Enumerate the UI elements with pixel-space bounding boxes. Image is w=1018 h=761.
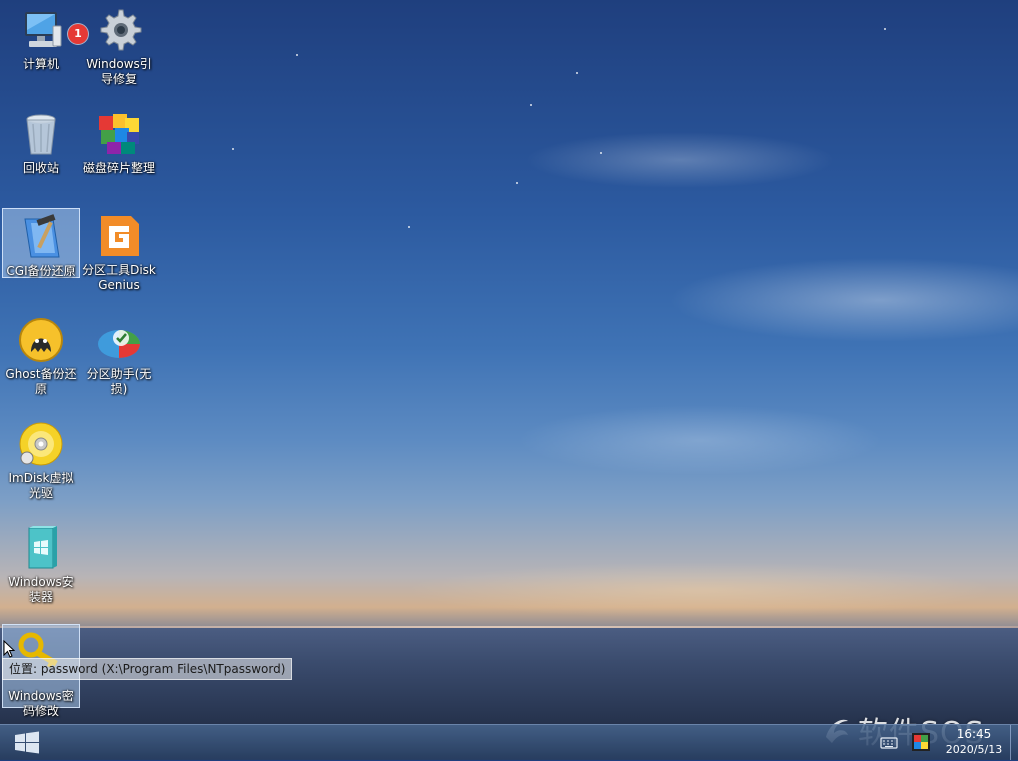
desktop-icon-label: CGI备份还原	[6, 264, 76, 278]
desktop-icon-label: 磁盘碎片整理	[82, 161, 155, 175]
desktop-icon-windows-boot-repair[interactable]: Windows引导修复	[80, 2, 158, 98]
desktop-icon-recycle-bin[interactable]: 回收站	[2, 106, 80, 202]
partition-assistant-icon	[95, 316, 143, 364]
ghost-icon	[17, 316, 65, 364]
wallpaper-star	[884, 28, 886, 30]
cd-drive-icon	[17, 420, 65, 468]
wallpaper-star	[576, 72, 578, 74]
computer-icon	[17, 6, 65, 54]
clock-date[interactable]: 2020/5/13	[938, 743, 1010, 757]
keyboard-icon[interactable]	[880, 735, 898, 749]
diskgenius-icon	[95, 212, 143, 260]
show-desktop-button[interactable]	[1010, 725, 1018, 760]
desktop-icon-cgi-backup[interactable]: CGI备份还原	[2, 208, 80, 278]
desktop-icon-label: Windows引导修复	[86, 57, 152, 86]
desktop-icon-partition-assistant[interactable]: 分区助手(无损)	[80, 312, 158, 408]
start-button[interactable]	[10, 729, 44, 757]
wallpaper-star	[232, 148, 234, 150]
windows-logo-icon	[15, 731, 39, 754]
desktop-icon-ghost[interactable]: Ghost备份还原	[2, 312, 80, 408]
desktop-icon-label: Ghost备份还原	[5, 367, 77, 396]
desktop-icon-windows-installer[interactable]: Windows安装器	[2, 520, 80, 616]
desktop-icon-label: Windows密码修改	[8, 689, 74, 718]
mouse-cursor-icon	[3, 639, 16, 658]
desktop-icon-label: 计算机	[22, 57, 59, 71]
wallpaper-star	[408, 226, 410, 228]
wallpaper-star	[516, 182, 518, 184]
tooltip: 位置: password (X:\Program Files\NTpasswor…	[2, 658, 293, 680]
taskbar: 16:45 2020/5/13	[0, 724, 1018, 760]
desktop-icon-label: 分区助手(无损)	[86, 367, 152, 396]
color-palette-icon[interactable]	[912, 733, 930, 751]
wallpaper-star	[530, 104, 532, 106]
desktop-icon-label: ImDisk虚拟光驱	[8, 471, 74, 500]
desktop-icon-imdisk[interactable]: ImDisk虚拟光驱	[2, 416, 80, 512]
windows-installer-icon	[17, 524, 65, 572]
cgi-backup-icon	[17, 213, 65, 261]
defrag-cubes-icon	[95, 110, 143, 158]
recycle-bin-icon	[17, 110, 65, 158]
notification-badge: 1	[68, 24, 88, 44]
gear-icon	[95, 6, 143, 54]
wallpaper-star	[600, 152, 602, 154]
desktop-icon-computer[interactable]: 计算机	[2, 2, 80, 98]
desktop-icon-diskgenius[interactable]: 分区工具DiskGenius	[80, 208, 158, 304]
clock-time[interactable]: 16:45	[944, 727, 1004, 742]
wallpaper-star	[296, 54, 298, 56]
desktop-icon-label: 分区工具DiskGenius	[82, 263, 156, 292]
desktop-icon-label: Windows安装器	[8, 575, 74, 604]
desktop-icon-label: 回收站	[22, 161, 59, 175]
desktop-icon-disk-defrag[interactable]: 磁盘碎片整理	[80, 106, 158, 202]
